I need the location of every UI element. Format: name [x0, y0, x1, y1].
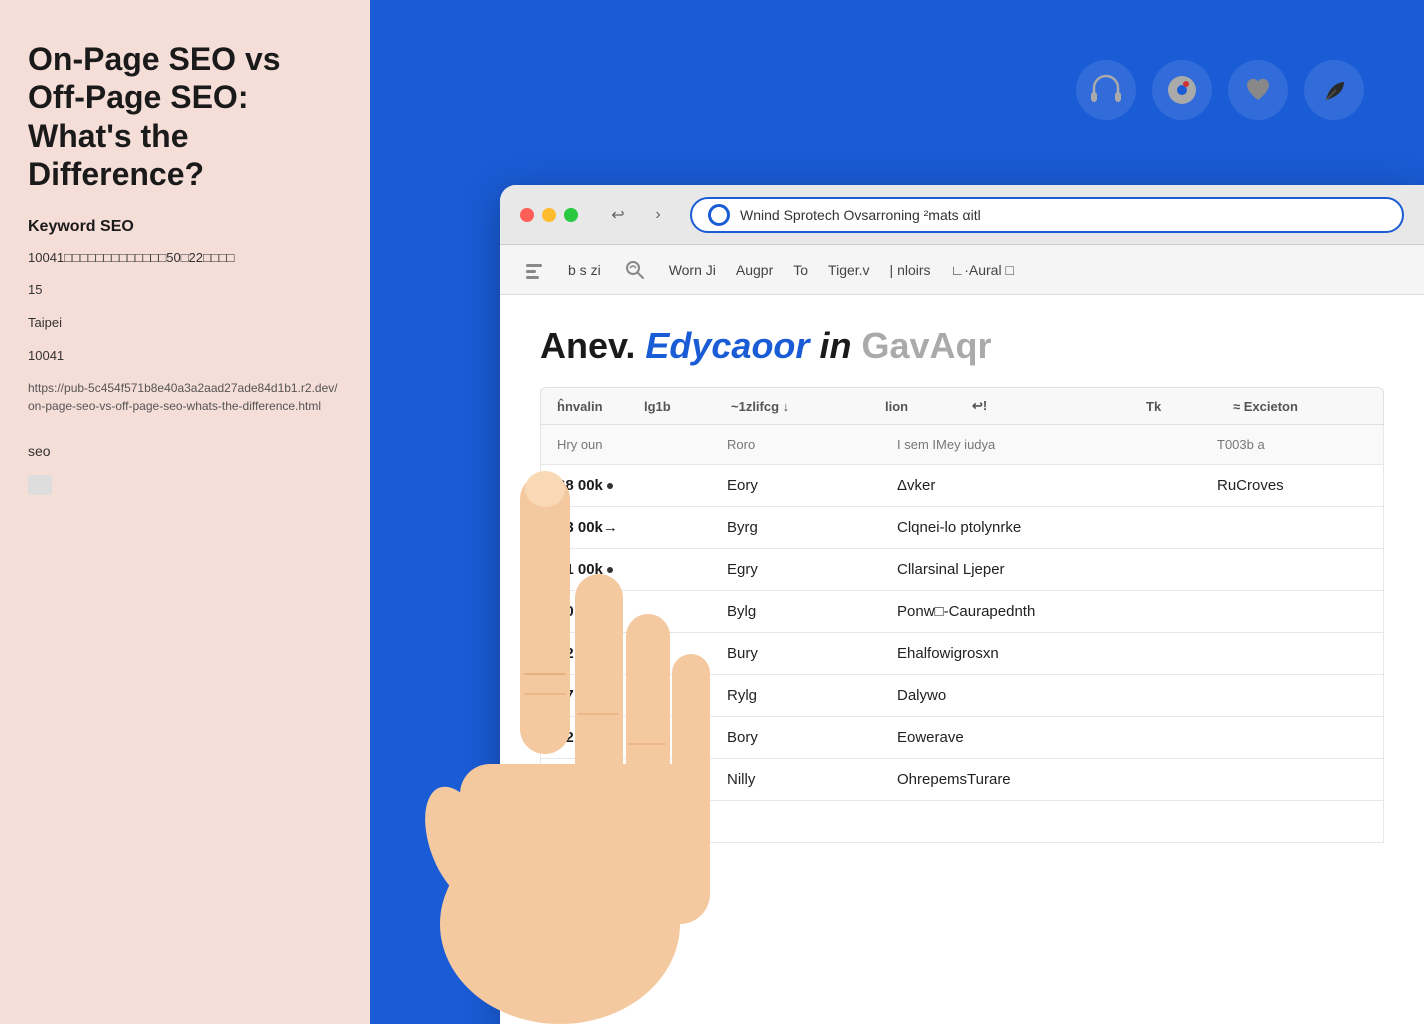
article-title: On-Page SEO vs Off-Page SEO: What's the …	[28, 40, 342, 194]
td-col3-7: OhrepemsTurare	[897, 771, 1197, 788]
toolbar-te[interactable]: To	[793, 262, 808, 278]
sidebar: On-Page SEO vs Off-Page SEO: What's the …	[0, 0, 370, 1024]
table-row[interactable]: 8F 00k	[540, 801, 1384, 843]
tag-box	[28, 475, 52, 495]
toolbar-augpr[interactable]: Augpr	[736, 262, 773, 278]
table-subheader-row: Hry oun Roro I sem IMey iudya T003b a	[540, 425, 1384, 465]
th-lg1b[interactable]: lɡ1b	[644, 399, 711, 414]
back-button[interactable]: ↩	[602, 199, 634, 231]
toolbar-icon-clip[interactable]	[520, 256, 548, 284]
td-col2-2: Egry	[727, 561, 877, 578]
meta-line1: 10041□□□□□□□□□□□□□50□22□□□□	[28, 248, 342, 269]
th-hnvalin[interactable]: ĥnvalin	[557, 399, 624, 414]
icon-headphones	[1076, 60, 1136, 120]
td-col2-6: Bory	[727, 729, 877, 746]
tag-label: seo	[28, 443, 342, 459]
td-col3-4: Ehalfowigrosxn	[897, 645, 1197, 662]
td-col1-1: 13 00k→	[557, 519, 707, 536]
icon-heart	[1228, 60, 1288, 120]
table-row[interactable]: 13 00k→ Byrg Clqnei-lo ptolynrke	[540, 507, 1384, 549]
sub-t003ba: T003b a	[1217, 437, 1367, 452]
sub-roro: Roro	[727, 437, 877, 452]
title-part2: Edycaoor	[645, 325, 809, 366]
table-row[interactable]: 68 00k Eory Δvker RuCroves	[540, 465, 1384, 507]
td-col2-7: Nilly	[727, 771, 877, 788]
th-arrow[interactable]: ↩!	[972, 398, 1039, 414]
td-col2-1: Byrg	[727, 519, 877, 536]
table-row[interactable]: 80 00k Bylg Ponw□-Caurapednth	[540, 591, 1384, 633]
th-tk[interactable]: Tk	[1146, 399, 1213, 414]
td-col1-3: 80 00k	[557, 603, 707, 620]
title-part4: GavAqr	[851, 325, 991, 366]
td-col1-8: 8F 00k	[557, 813, 707, 830]
title-part3: in	[809, 325, 851, 366]
td-col3-0: Δvker	[897, 477, 1197, 494]
sub-isemimey: I sem IMey iudya	[897, 437, 1197, 452]
browser-toolbar: b s zi Worn Ji Augpr To Tiger.v | nloirs…	[500, 245, 1424, 295]
toolbar-nloirs[interactable]: | nloirs	[890, 262, 931, 278]
toolbar-b-szi[interactable]: b s zi	[568, 262, 601, 278]
browser-logo	[708, 204, 730, 226]
toolbar-tigerv[interactable]: Tiger.v	[828, 262, 870, 278]
td-col3-1: Clqnei-lo ptolynrke	[897, 519, 1197, 536]
table-row[interactable]: S0 00k Nilly OhrepemsTurare	[540, 759, 1384, 801]
article-url: https://pub-5c454f571b8e40a3a2aad27ade84…	[28, 379, 342, 415]
traffic-lights	[520, 208, 578, 222]
td-col3-2: Cllarsinal Ljeper	[897, 561, 1197, 578]
table-row[interactable]: 62 00k Bury Ehalfowigrosxn	[540, 633, 1384, 675]
td-col3-6: Eowerave	[897, 729, 1197, 746]
table-row[interactable]: 17 004 Rylg Dalywo	[540, 675, 1384, 717]
table-row[interactable]: 32 00k Bory Eowerave	[540, 717, 1384, 759]
address-bar[interactable]: Wnind Sprotech Ovsarroning ²mats αitl	[690, 197, 1404, 233]
th-excieton[interactable]: ≈ Excieton	[1233, 399, 1367, 414]
category-label: Keyword SEO	[28, 218, 342, 236]
td-col1-7: S0 00k	[557, 771, 707, 788]
browser-window: ↩ › Wnind Sprotech Ovsarroning ²mats αit…	[500, 185, 1424, 1024]
meta-code: 10041	[28, 346, 342, 367]
td-col1-4: 62 00k	[557, 645, 707, 662]
td-col3-5: Dalywo	[897, 687, 1197, 704]
address-text: Wnind Sprotech Ovsarroning ²mats αitl	[740, 207, 1386, 223]
td-col1-0: 68 00k	[557, 477, 707, 494]
td-col3-3: Ponw□-Caurapednth	[897, 603, 1197, 620]
minimize-dot[interactable]	[542, 208, 556, 222]
meta-line2: 15	[28, 280, 342, 301]
table-header: ĥnvalin lɡ1b ~1zlifcg ↓ lion ↩! Tk ≈ Exc…	[540, 387, 1384, 425]
toolbar-aural[interactable]: ∟·Aural □	[951, 262, 1014, 278]
td-col2-0: Eory	[727, 477, 877, 494]
icon-leaf	[1304, 60, 1364, 120]
sub-hryoun: Hry oun	[557, 437, 707, 452]
td-col2-5: Rylg	[727, 687, 877, 704]
td-col1-5: 17 004	[557, 687, 707, 704]
toolbar-icon-sq[interactable]	[621, 256, 649, 284]
td-col1-2: 81 00k	[557, 561, 707, 578]
td-col2-3: Bylg	[727, 603, 877, 620]
content-main-title: Anev. Edycaoor in GavAqr	[540, 325, 1384, 367]
td-col1-6: 32 00k	[557, 729, 707, 746]
maximize-dot[interactable]	[564, 208, 578, 222]
meta-city: Taipei	[28, 313, 342, 334]
top-icons-area	[1076, 60, 1364, 120]
forward-button[interactable]: ›	[642, 199, 674, 231]
browser-nav: ↩ ›	[602, 199, 674, 231]
toolbar-wormd[interactable]: Worn Ji	[669, 262, 716, 278]
main-area: ↩ › Wnind Sprotech Ovsarroning ²mats αit…	[370, 0, 1424, 1024]
th-1zlifcg[interactable]: ~1zlifcg ↓	[731, 399, 865, 414]
td-col2-4: Bury	[727, 645, 877, 662]
table-row[interactable]: 81 00k Egry Cllarsinal Ljeper	[540, 549, 1384, 591]
browser-topbar: ↩ › Wnind Sprotech Ovsarroning ²mats αit…	[500, 185, 1424, 245]
icon-music	[1152, 60, 1212, 120]
th-lion[interactable]: lion	[885, 399, 952, 414]
title-part1: Anev.	[540, 325, 645, 366]
browser-content: Anev. Edycaoor in GavAqr ĥnvalin lɡ1b ~1…	[500, 295, 1424, 1024]
close-dot[interactable]	[520, 208, 534, 222]
td-col4-0: RuCroves	[1217, 477, 1367, 494]
